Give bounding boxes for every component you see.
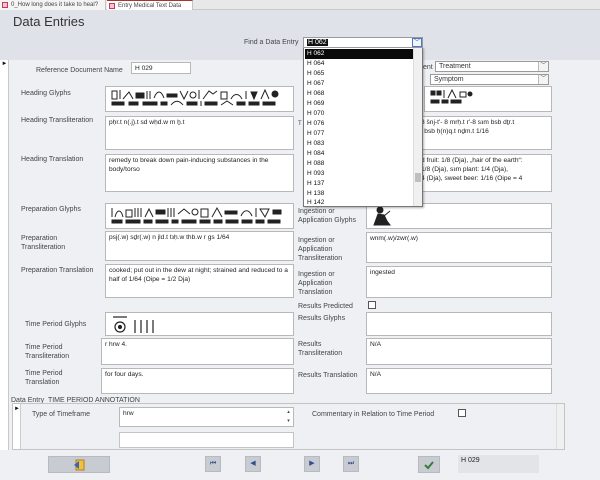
- form-icon: [2, 2, 8, 8]
- recipe-transliteration-label: T: [298, 121, 302, 127]
- ingestion-translation-label: Ingestion or Application Translation: [298, 271, 335, 296]
- dropdown-option[interactable]: H 067: [305, 79, 414, 89]
- dropdown-option[interactable]: H 070: [305, 109, 414, 119]
- first-record-button[interactable]: ⏮: [205, 456, 221, 472]
- preparation-translation-label: Preparation Translation: [21, 267, 94, 274]
- form-icon: [109, 3, 115, 9]
- preparation-glyphs-field[interactable]: [105, 203, 294, 229]
- last-record-icon: ⏭: [347, 460, 355, 467]
- heading-glyphs-field[interactable]: [105, 86, 294, 112]
- scrollbar-thumb[interactable]: [415, 173, 421, 182]
- recipe-translation-field[interactable]: d fruit: 1/8 (Dja), „hair of the earth“:…: [417, 154, 552, 192]
- preparation-transliteration-field[interactable]: psj(.w) sḏr(.w) n jld.t tꜣḥ.w thb.w r gs…: [105, 231, 294, 261]
- preparation-glyphs-image: [111, 206, 282, 224]
- ingestion-glyphs-label: Ingestion or Application Glyphs: [298, 208, 356, 224]
- preparation-translation-field[interactable]: cooked; put out in the dew at night; str…: [105, 264, 294, 298]
- type-scrollbar[interactable]: ▴ ▾: [284, 408, 293, 426]
- time-period-glyphs-image: [113, 316, 154, 333]
- results-translation-label: Results Translation: [298, 372, 358, 379]
- dropdown-option[interactable]: H 083: [305, 139, 414, 149]
- dropdown-option[interactable]: H 077: [305, 129, 414, 139]
- time-period-glyphs-field[interactable]: [105, 312, 294, 336]
- find-entry-dropdown-list[interactable]: H 062 H 064 H 065 H 067 H 068 H 069 H 07…: [303, 47, 423, 207]
- next-record-icon: ▶: [309, 460, 315, 467]
- heading-translation-field[interactable]: remedy to break down pain-inducing subst…: [105, 154, 294, 192]
- time-period-glyphs-label: Time Period Glyphs: [25, 321, 87, 328]
- save-icon: [424, 461, 434, 470]
- results-transliteration-label: Results Transliteration: [298, 341, 343, 357]
- tab-how-long-heal[interactable]: 0_How long does it take to heal?: [0, 0, 106, 10]
- time-period-transliteration-field[interactable]: r hrw 4.: [101, 338, 294, 365]
- preparation-transliteration-label: Preparation Transliteration: [21, 235, 66, 251]
- results-predicted-checkbox[interactable]: [368, 301, 376, 309]
- annotation-next-field[interactable]: [119, 432, 294, 448]
- previous-record-icon: ◀: [250, 460, 256, 467]
- recipe-glyphs-field[interactable]: [424, 86, 552, 112]
- results-predicted-label: Results Predicted: [298, 303, 353, 310]
- dropdown-option[interactable]: H 093: [305, 169, 414, 179]
- tab-entry-medical-text-data[interactable]: Entry Medical Text Data: [107, 0, 193, 10]
- close-form-icon: [74, 459, 85, 471]
- dropdown-option[interactable]: H 065: [305, 69, 414, 79]
- dropdown-option[interactable]: H 137: [305, 179, 414, 189]
- results-translation-field[interactable]: N/A: [366, 368, 552, 394]
- first-record-icon: ⏮: [209, 460, 217, 467]
- time-period-transliteration-label: Time Period Transliteration: [25, 344, 70, 360]
- recipe-glyphs-image: [430, 88, 473, 104]
- form-header: [0, 10, 600, 60]
- preparation-glyphs-label: Preparation Glyphs: [21, 206, 81, 213]
- type-of-timeframe-field[interactable]: hrw: [119, 407, 294, 427]
- time-period-translation-field[interactable]: for four days.: [101, 368, 294, 394]
- page-title: Data Entries: [13, 14, 85, 29]
- dropdown-option[interactable]: H 062: [305, 49, 414, 59]
- dropdown-option[interactable]: H 088: [305, 159, 414, 169]
- chevron-down-icon[interactable]: ﹀: [538, 62, 548, 71]
- ingestion-glyphs-image: [373, 206, 391, 226]
- type-of-timeframe-label: Type of Timeframe: [32, 411, 90, 418]
- previous-record-button[interactable]: ◀: [245, 456, 261, 472]
- find-entry-label: Find a Data Entry: [244, 39, 299, 46]
- last-record-button[interactable]: ⏭: [343, 456, 359, 472]
- heading-translation-label: Heading Translation: [21, 156, 84, 163]
- heading-glyphs-image: [111, 88, 279, 106]
- dropdown-option[interactable]: H 084: [305, 149, 414, 159]
- component-label: ent: [423, 64, 433, 71]
- subform-scrollbar[interactable]: [556, 404, 564, 449]
- commentary-checkbox[interactable]: [458, 409, 466, 417]
- find-entry-select[interactable]: H 062 ﹀: [303, 37, 423, 48]
- ingestion-transliteration-field[interactable]: wnm(.w)/zwr(.w): [366, 232, 552, 263]
- save-button[interactable]: [418, 456, 440, 473]
- dropdown-option[interactable]: H 068: [305, 89, 414, 99]
- record-selector-bar[interactable]: [0, 60, 9, 455]
- chevron-down-icon[interactable]: ﹀: [412, 38, 422, 47]
- close-form-button[interactable]: [48, 456, 110, 473]
- results-transliteration-field[interactable]: N/A: [366, 338, 552, 365]
- ingestion-translation-field[interactable]: ingested: [366, 266, 552, 298]
- ingestion-transliteration-label: Ingestion or Application Transliteration: [298, 237, 343, 262]
- reference-document-label: Reference Document Name: [36, 67, 123, 74]
- commentary-label: Commentary in Relation to Time Period: [312, 411, 435, 418]
- heading-transliteration-field[interactable]: pḥr.t n(.j).t sd wḥd.w m ẖ.t: [105, 116, 294, 150]
- dropdown-scrollbar[interactable]: [413, 48, 422, 206]
- recipe-transliteration-field[interactable]: 8 šnj-t'- 8 mrḥ.t r'-8 sꜣm bsb dṯr.t l b…: [417, 116, 552, 150]
- results-glyphs-field[interactable]: [366, 312, 552, 336]
- record-selector-icon[interactable]: ►: [0, 60, 9, 69]
- reference-document-field[interactable]: H 029: [131, 62, 191, 74]
- current-record-display: H 029: [458, 455, 539, 473]
- record-selector-icon[interactable]: ►: [13, 405, 21, 414]
- dropdown-option[interactable]: H 076: [305, 119, 414, 129]
- component-select[interactable]: Treatment ﹀: [435, 61, 549, 72]
- category-select[interactable]: Symptom ﹀: [430, 74, 549, 85]
- next-record-button[interactable]: ▶: [304, 456, 320, 472]
- chevron-down-icon[interactable]: ﹀: [538, 75, 548, 84]
- heading-transliteration-label: Heading Transliteration: [21, 117, 93, 124]
- dropdown-option[interactable]: H 142: [305, 198, 414, 208]
- dropdown-option[interactable]: H 069: [305, 99, 414, 109]
- heading-glyphs-label: Heading Glyphs: [21, 90, 71, 97]
- time-period-translation-label: Time Period Translation: [25, 370, 63, 386]
- results-glyphs-label: Results Glyphs: [298, 315, 346, 322]
- dropdown-option[interactable]: H 064: [305, 59, 414, 69]
